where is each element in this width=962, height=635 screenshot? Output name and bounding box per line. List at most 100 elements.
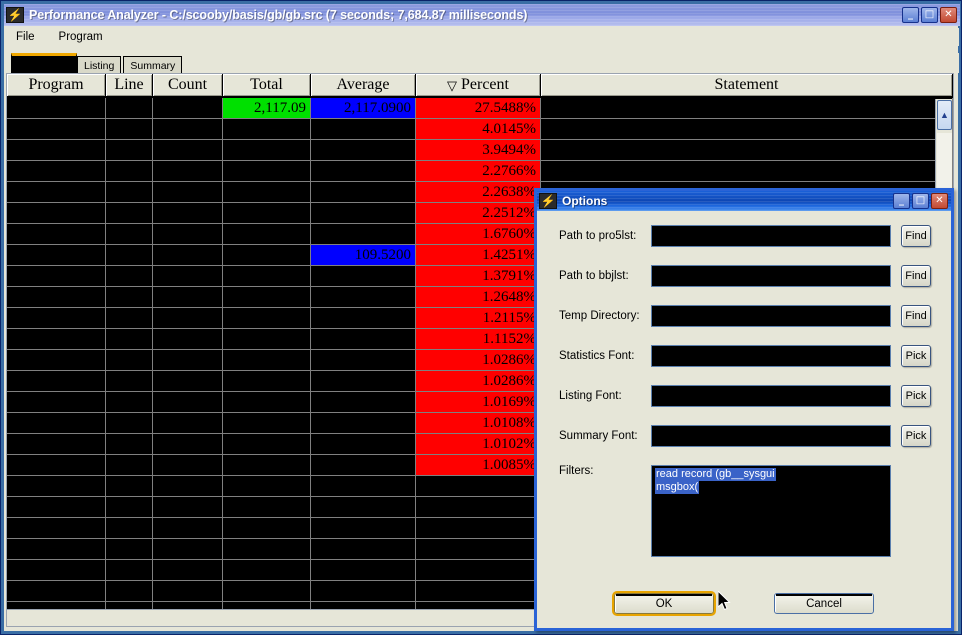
cell-average[interactable]: [311, 182, 416, 203]
cell-average[interactable]: [311, 266, 416, 287]
minimize-button[interactable]: _: [902, 7, 919, 23]
cell-count[interactable]: [153, 329, 223, 350]
path-to-bbjlst-input[interactable]: [651, 265, 891, 287]
options-titlebar[interactable]: ⚡ Options _ □ ✕: [537, 191, 951, 211]
cell-average[interactable]: [311, 413, 416, 434]
menu-item-program[interactable]: Program: [56, 30, 106, 44]
cell-average[interactable]: [311, 434, 416, 455]
scrollbar-thumb[interactable]: ▲: [937, 100, 952, 130]
cell-count[interactable]: [153, 518, 223, 539]
cell-percent[interactable]: 1.0169%: [416, 392, 541, 413]
statistics-font-pick-button[interactable]: Pick: [901, 345, 931, 367]
cell-count[interactable]: [153, 350, 223, 371]
cell-count[interactable]: [153, 245, 223, 266]
listing-font-input[interactable]: [651, 385, 891, 407]
cell-line[interactable]: [106, 392, 153, 413]
cell-program[interactable]: [7, 518, 106, 539]
cell-percent[interactable]: 1.2115%: [416, 308, 541, 329]
cell-line[interactable]: [106, 161, 153, 182]
cell-line[interactable]: [106, 497, 153, 518]
cell-percent[interactable]: 1.0286%: [416, 371, 541, 392]
cell-average[interactable]: [311, 308, 416, 329]
cell-count[interactable]: [153, 392, 223, 413]
cell-count[interactable]: [153, 266, 223, 287]
cell-line[interactable]: [106, 140, 153, 161]
cell-total[interactable]: [223, 455, 311, 476]
cell-percent[interactable]: 1.0102%: [416, 434, 541, 455]
cell-statement[interactable]: [541, 140, 953, 161]
cell-line[interactable]: [106, 329, 153, 350]
cell-line[interactable]: [106, 560, 153, 581]
cell-line[interactable]: [106, 350, 153, 371]
cell-line[interactable]: [106, 455, 153, 476]
cell-percent[interactable]: [416, 581, 541, 602]
table-row[interactable]: 4.0145%: [7, 119, 953, 140]
cell-line[interactable]: [106, 539, 153, 560]
cell-percent[interactable]: 3.9494%: [416, 140, 541, 161]
cell-total[interactable]: [223, 476, 311, 497]
cell-average[interactable]: [311, 539, 416, 560]
column-header-count[interactable]: Count: [153, 74, 223, 97]
cancel-button[interactable]: Cancel: [774, 593, 874, 614]
cell-program[interactable]: [7, 329, 106, 350]
cell-percent[interactable]: 1.2648%: [416, 287, 541, 308]
close-button[interactable]: ✕: [940, 7, 957, 23]
cell-program[interactable]: [7, 497, 106, 518]
cell-program[interactable]: [7, 308, 106, 329]
cell-count[interactable]: [153, 476, 223, 497]
cell-line[interactable]: [106, 245, 153, 266]
cell-count[interactable]: [153, 203, 223, 224]
cell-count[interactable]: [153, 539, 223, 560]
cell-line[interactable]: [106, 266, 153, 287]
path-to-bbjlst-find-button[interactable]: Find: [901, 265, 931, 287]
cell-line[interactable]: [106, 308, 153, 329]
cell-average[interactable]: [311, 161, 416, 182]
cell-total[interactable]: [223, 266, 311, 287]
cell-count[interactable]: [153, 497, 223, 518]
cell-percent[interactable]: [416, 539, 541, 560]
cell-average[interactable]: 2,117.0900: [311, 98, 416, 119]
cell-count[interactable]: [153, 224, 223, 245]
cell-count[interactable]: [153, 434, 223, 455]
minimize-button[interactable]: _: [893, 193, 910, 209]
cell-percent[interactable]: 2.2766%: [416, 161, 541, 182]
cell-program[interactable]: [7, 392, 106, 413]
cell-total[interactable]: [223, 581, 311, 602]
cell-statement[interactable]: [541, 161, 953, 182]
cell-average[interactable]: [311, 392, 416, 413]
summary-font-input[interactable]: [651, 425, 891, 447]
cell-percent[interactable]: [416, 560, 541, 581]
ok-button[interactable]: OK: [612, 591, 716, 616]
cell-program[interactable]: [7, 413, 106, 434]
cell-percent[interactable]: 1.1152%: [416, 329, 541, 350]
path-to-pro5lst-input[interactable]: [651, 225, 891, 247]
column-header-total[interactable]: Total: [223, 74, 311, 97]
cell-program[interactable]: [7, 140, 106, 161]
summary-font-pick-button[interactable]: Pick: [901, 425, 931, 447]
cell-count[interactable]: [153, 287, 223, 308]
cell-program[interactable]: [7, 476, 106, 497]
cell-count[interactable]: [153, 455, 223, 476]
cell-program[interactable]: [7, 539, 106, 560]
cell-line[interactable]: [106, 371, 153, 392]
table-row[interactable]: 2,117.09 2,117.0900 27.5488%: [7, 98, 953, 119]
cell-total[interactable]: [223, 518, 311, 539]
statistics-font-input[interactable]: [651, 345, 891, 367]
cell-average[interactable]: [311, 329, 416, 350]
main-titlebar[interactable]: ⚡ Performance Analyzer - C:/scooby/basis…: [4, 4, 960, 26]
cell-average[interactable]: [311, 455, 416, 476]
menu-item-file[interactable]: File: [13, 30, 38, 44]
cell-program[interactable]: [7, 182, 106, 203]
cell-average[interactable]: [311, 581, 416, 602]
tab-statistics[interactable]: [11, 53, 77, 73]
cell-total[interactable]: [223, 182, 311, 203]
cell-line[interactable]: [106, 413, 153, 434]
cell-percent[interactable]: 1.3791%: [416, 266, 541, 287]
cell-line[interactable]: [106, 203, 153, 224]
cell-program[interactable]: [7, 371, 106, 392]
cell-percent[interactable]: [416, 518, 541, 539]
filters-textarea[interactable]: read record (gb__sysgui msgbox(: [651, 465, 891, 557]
cell-average[interactable]: [311, 224, 416, 245]
cell-total[interactable]: [223, 140, 311, 161]
cell-average[interactable]: [311, 350, 416, 371]
